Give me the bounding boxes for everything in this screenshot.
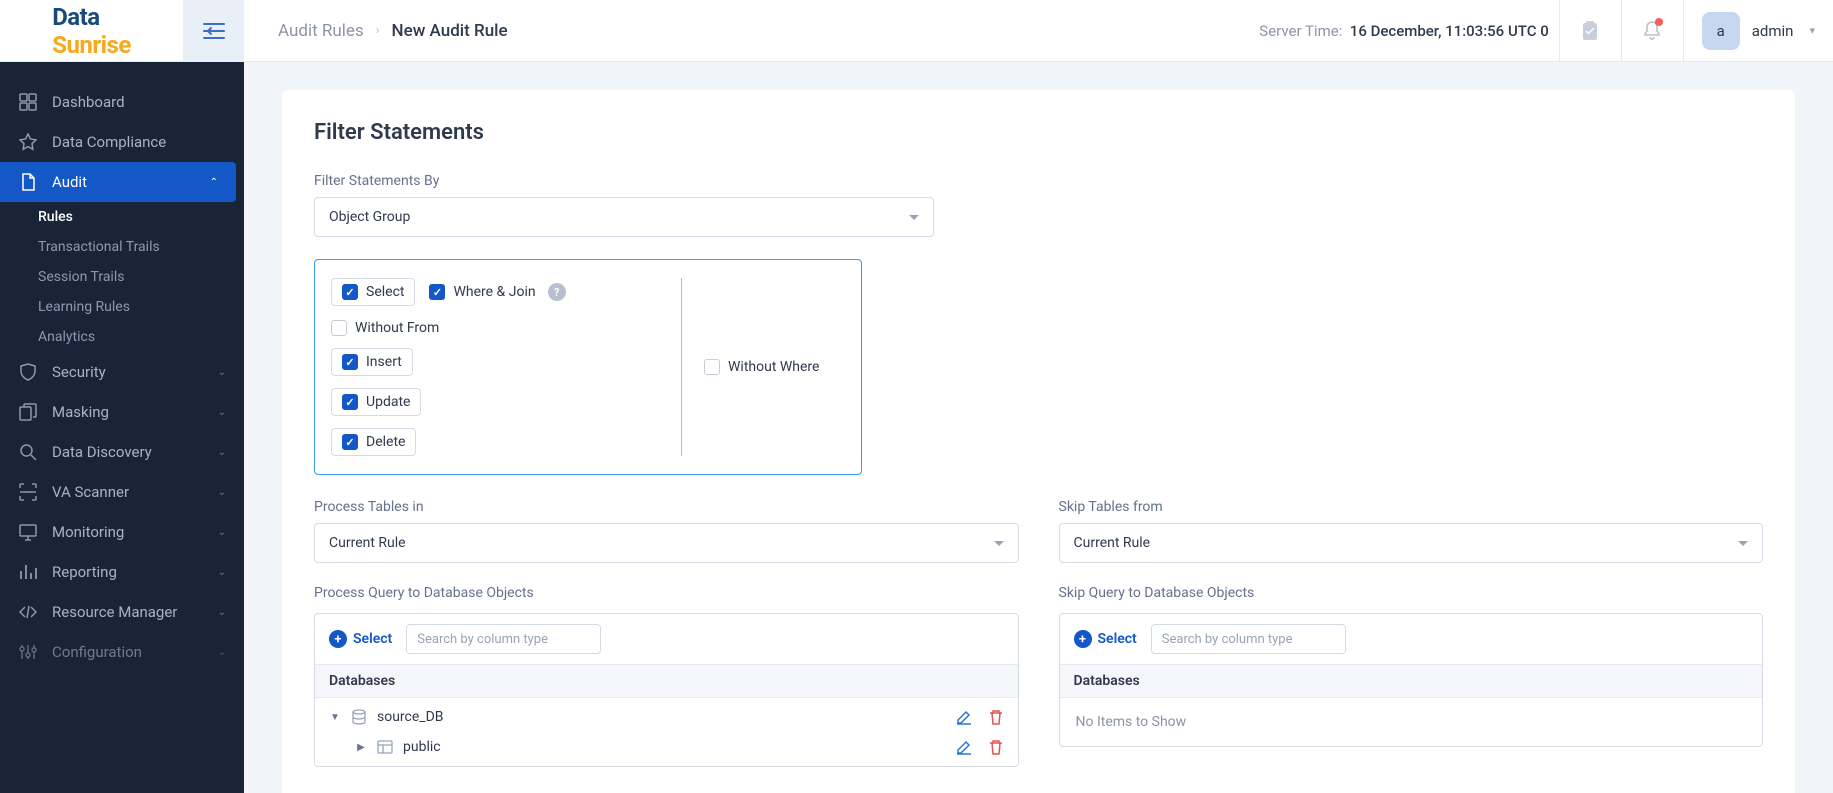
plus-icon: + bbox=[1074, 630, 1092, 648]
user-name: admin bbox=[1752, 22, 1794, 40]
checkbox-update[interactable]: Update bbox=[331, 388, 421, 416]
checkbox-insert[interactable]: Insert bbox=[331, 348, 413, 376]
tree-row-database[interactable]: ▼ source_DB bbox=[315, 702, 1018, 732]
skip-query-label: Skip Query to Database Objects bbox=[1059, 585, 1764, 601]
star-icon bbox=[18, 132, 38, 152]
sidebar-item-resource-manager[interactable]: Resource Manager ⌄ bbox=[0, 592, 244, 632]
monitor-icon bbox=[18, 522, 38, 542]
server-time: Server Time: 16 December, 11:03:56 UTC 0 bbox=[1259, 22, 1548, 40]
dashboard-icon bbox=[18, 92, 38, 112]
sidebar-item-data-discovery[interactable]: Data Discovery ⌄ bbox=[0, 432, 244, 472]
skip-tables-select[interactable]: Current Rule bbox=[1059, 523, 1764, 563]
chevron-down-icon: ⌄ bbox=[218, 567, 226, 578]
schema-icon bbox=[377, 739, 393, 755]
chevron-down-icon: ⌄ bbox=[218, 447, 226, 458]
plus-icon: + bbox=[329, 630, 347, 648]
databases-header: Databases bbox=[1060, 665, 1763, 698]
process-search-input[interactable] bbox=[406, 624, 601, 654]
chevron-down-icon: ⌄ bbox=[218, 367, 226, 378]
sidebar-subitem-session-trails[interactable]: Session Trails bbox=[38, 262, 244, 292]
sliders-icon bbox=[18, 642, 38, 662]
empty-state: No Items to Show bbox=[1060, 698, 1763, 746]
sidebar-item-data-compliance[interactable]: Data Compliance bbox=[0, 122, 244, 162]
breadcrumb-parent[interactable]: Audit Rules bbox=[278, 21, 364, 41]
tree-row-schema[interactable]: ▶ public bbox=[315, 732, 1018, 762]
filter-by-label: Filter Statements By bbox=[314, 173, 1763, 189]
sidebar-item-security[interactable]: Security ⌄ bbox=[0, 352, 244, 392]
breadcrumb: Audit Rules › New Audit Rule bbox=[278, 21, 508, 41]
checkbox-without-where[interactable]: Without Where bbox=[704, 359, 819, 375]
search-icon bbox=[18, 442, 38, 462]
avatar: a bbox=[1702, 12, 1740, 50]
skip-search-input[interactable] bbox=[1151, 624, 1346, 654]
database-icon bbox=[351, 709, 367, 725]
collapse-icon bbox=[203, 22, 225, 40]
skip-tables-label: Skip Tables from bbox=[1059, 499, 1764, 515]
chevron-down-icon: ▾ bbox=[1809, 24, 1815, 37]
notifications-button[interactable] bbox=[1621, 0, 1683, 62]
chevron-right-icon: › bbox=[376, 23, 380, 38]
checkbox-where-join[interactable]: Where & Join? bbox=[429, 278, 565, 306]
copy-icon bbox=[18, 402, 38, 422]
process-tables-label: Process Tables in bbox=[314, 499, 1019, 515]
sidebar-item-va-scanner[interactable]: VA Scanner ⌄ bbox=[0, 472, 244, 512]
expand-toggle[interactable]: ▶ bbox=[355, 742, 367, 753]
collapse-toggle[interactable]: ▼ bbox=[329, 712, 341, 723]
trash-icon[interactable] bbox=[988, 709, 1004, 725]
chevron-down-icon: ⌄ bbox=[218, 527, 226, 538]
sidebar-subitem-rules[interactable]: Rules bbox=[38, 202, 244, 232]
chart-icon bbox=[18, 562, 38, 582]
checkbox-without-from[interactable]: Without From bbox=[331, 320, 439, 336]
process-select-button[interactable]: +Select bbox=[329, 630, 392, 648]
process-tables-select[interactable]: Current Rule bbox=[314, 523, 1019, 563]
sidebar-item-audit[interactable]: Audit ⌃ bbox=[0, 162, 236, 202]
clipboard-button[interactable] bbox=[1559, 0, 1621, 62]
sidebar: Dashboard Data Compliance Audit ⌃ Rules … bbox=[0, 62, 244, 793]
statement-types-box: Select Where & Join? Without From Insert… bbox=[314, 259, 862, 475]
breadcrumb-current: New Audit Rule bbox=[392, 21, 508, 41]
edit-icon[interactable] bbox=[956, 709, 972, 725]
sidebar-subitem-transactional-trails[interactable]: Transactional Trails bbox=[38, 232, 244, 262]
page-title: Filter Statements bbox=[314, 120, 1763, 145]
logo: DataSunrise bbox=[0, 0, 183, 62]
sidebar-item-masking[interactable]: Masking ⌄ bbox=[0, 392, 244, 432]
clipboard-icon bbox=[1581, 21, 1599, 41]
chevron-down-icon: ⌄ bbox=[218, 607, 226, 618]
sidebar-subitem-analytics[interactable]: Analytics bbox=[38, 322, 244, 352]
sidebar-collapse-button[interactable] bbox=[183, 0, 244, 62]
trash-icon[interactable] bbox=[988, 739, 1004, 755]
edit-icon[interactable] bbox=[956, 739, 972, 755]
chevron-up-icon: ⌃ bbox=[210, 177, 218, 188]
chevron-down-icon: ⌄ bbox=[218, 407, 226, 418]
checkbox-delete[interactable]: Delete bbox=[331, 428, 416, 456]
sidebar-item-dashboard[interactable]: Dashboard bbox=[0, 82, 244, 122]
sidebar-item-monitoring[interactable]: Monitoring ⌄ bbox=[0, 512, 244, 552]
chevron-down-icon: ⌄ bbox=[218, 647, 226, 658]
process-query-label: Process Query to Database Objects bbox=[314, 585, 1019, 601]
sidebar-item-configuration[interactable]: Configuration ⌄ bbox=[0, 632, 244, 672]
user-menu[interactable]: a admin ▾ bbox=[1683, 0, 1833, 61]
skip-select-button[interactable]: +Select bbox=[1074, 630, 1137, 648]
code-icon bbox=[18, 602, 38, 622]
scan-icon bbox=[18, 482, 38, 502]
filter-by-select[interactable]: Object Group bbox=[314, 197, 934, 237]
notification-dot bbox=[1655, 18, 1663, 26]
chevron-down-icon: ⌄ bbox=[218, 487, 226, 498]
help-icon[interactable]: ? bbox=[548, 283, 566, 301]
shield-icon bbox=[18, 362, 38, 382]
sidebar-subitem-learning-rules[interactable]: Learning Rules bbox=[38, 292, 244, 322]
sidebar-item-reporting[interactable]: Reporting ⌄ bbox=[0, 552, 244, 592]
checkbox-select[interactable]: Select bbox=[331, 278, 415, 306]
databases-header: Databases bbox=[315, 665, 1018, 698]
document-icon bbox=[18, 172, 38, 192]
